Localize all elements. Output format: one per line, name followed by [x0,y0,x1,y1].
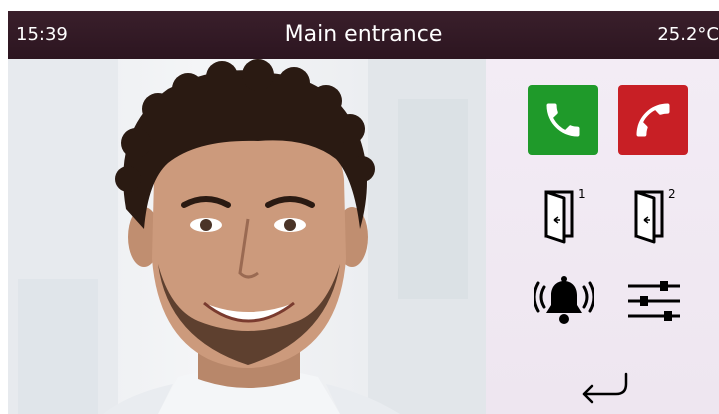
phone-icon [546,103,580,137]
door-number-label: 1 [578,187,586,201]
page-title: Main entrance [284,22,443,47]
accept-call-button[interactable] [528,85,598,155]
open-door-2-button[interactable]: 2 [624,181,684,247]
status-bar: 15:39 Main entrance 25.2°C [8,11,719,59]
door-open-icon: 2 [634,187,676,244]
alarm-bell-button[interactable] [532,271,596,331]
video-feed [8,59,486,414]
return-arrow-icon [582,372,628,404]
intercom-screen: 15:39 Main entrance 25.2°C 1 2 [8,11,719,414]
control-panel: 1 2 [486,59,719,414]
door-open-icon: 1 [544,187,586,244]
reject-call-button[interactable] [618,85,688,155]
open-door-1-button[interactable]: 1 [534,181,594,247]
bell-ringing-icon [534,276,594,324]
sliders-icon [628,281,680,321]
door-number-label: 2 [668,187,676,201]
visitor-face-image [8,59,486,414]
settings-button[interactable] [622,271,686,331]
temperature-readout: 25.2°C [657,24,719,45]
back-button[interactable] [572,365,636,411]
phone-hangup-icon [636,103,670,137]
